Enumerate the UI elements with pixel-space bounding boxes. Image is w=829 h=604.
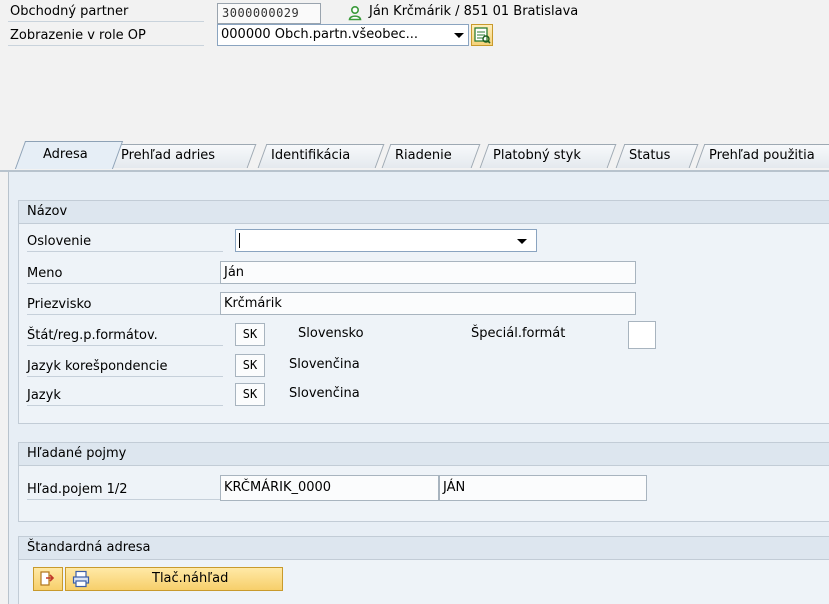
group-nazov-title: Názov [19,201,829,224]
tab-riadenie-label: Riadenie [395,148,452,163]
priezvisko-field[interactable]: Krčmárik [220,292,636,315]
tabstrip: Adresa Prehľad adries Identifikácia Riad… [0,138,829,170]
partner-name: Ján Krčmárik / 851 01 Bratislava [369,4,579,19]
tab-prehlad-pouzitia-label: Prehľad použitia [709,148,815,163]
dropdown-arrow-icon[interactable] [454,33,464,38]
role-select[interactable]: 000000 Obch.partn.všeobec... [217,24,469,46]
tab-prehlad-adries[interactable]: Prehľad adries [107,144,257,168]
meno-label: Meno [27,263,223,284]
export-icon [40,571,55,586]
jazyk-korespondencie-label: Jazyk korešpondencie [27,356,223,377]
oslovenie-label: Oslovenie [27,231,223,252]
role-select-value: 000000 Obch.partn.všeobec... [221,27,419,42]
text-cursor [239,233,240,248]
tab-prehlad-adries-label: Prehľad adries [121,148,216,163]
jazyk-code-field[interactable]: SK [235,383,265,406]
jazyk-name: Slovenčina [289,386,360,401]
group-hladane-pojmy: Hľadané pojmy Hľad.pojem 1/2 KRČMÁRIK_00… [18,442,829,522]
tab-identifikacia[interactable]: Identifikácia [257,144,385,168]
details-button[interactable] [471,24,493,46]
hladany-pojem-1-field[interactable]: KRČMÁRIK_0000 [220,475,439,501]
partner-number-field[interactable]: 3000000029 [217,3,321,24]
partner-label-underline [8,21,204,22]
special-format-label: Špeciál.formát [471,326,566,341]
tab-status[interactable]: Status [615,144,699,168]
role-label: Zobrazenie v role OP [10,28,146,43]
export-button[interactable] [33,567,63,591]
priezvisko-label: Priezvisko [27,294,223,315]
hladany-pojem-2-field[interactable]: JÁN [439,475,647,501]
tab-platobny-styk[interactable]: Platobný styk [479,144,617,168]
person-icon [347,5,363,21]
tab-prehlad-pouzitia[interactable]: Prehľad použitia [695,144,829,168]
tab-identifikacia-label: Identifikácia [271,148,351,163]
tab-status-label: Status [629,148,671,163]
tab-riadenie[interactable]: Riadenie [381,144,481,168]
jazyk-label: Jazyk [27,385,223,406]
stat-label: Štát/reg.p.formátov. [27,325,223,346]
jazyk-korespondencie-code-field[interactable]: SK [235,354,265,377]
stat-code-field[interactable]: SK [235,323,265,346]
meno-field[interactable]: Ján [220,261,636,284]
jazyk-korespondencie-name: Slovenčina [289,357,360,372]
stat-name: Slovensko [298,326,364,341]
print-icon [72,570,90,588]
hladany-pojem-label: Hľad.pojem 1/2 [27,479,223,500]
group-standardna-adresa: Štandardná adresa Tlač.náhľad [18,536,829,604]
tab-adresa[interactable]: Adresa [14,141,124,169]
group-nazov: Názov Oslovenie Meno Ján Priezvisko Krčm… [18,200,829,424]
oslovenie-select[interactable] [235,229,537,252]
group-hladane-pojmy-title: Hľadané pojmy [19,443,829,466]
partner-label: Obchodný partner [10,4,129,19]
details-icon [474,27,491,44]
tab-adresa-label: Adresa [43,147,88,162]
special-format-field[interactable] [628,321,656,349]
print-preview-label: Tlač.náhľad [152,571,229,586]
dropdown-arrow-icon[interactable] [517,239,527,244]
print-preview-button[interactable]: Tlač.náhľad [65,567,283,591]
role-label-underline [8,45,204,46]
group-standardna-adresa-title: Štandardná adresa [19,537,829,560]
tab-platobny-styk-label: Platobný styk [493,148,581,163]
